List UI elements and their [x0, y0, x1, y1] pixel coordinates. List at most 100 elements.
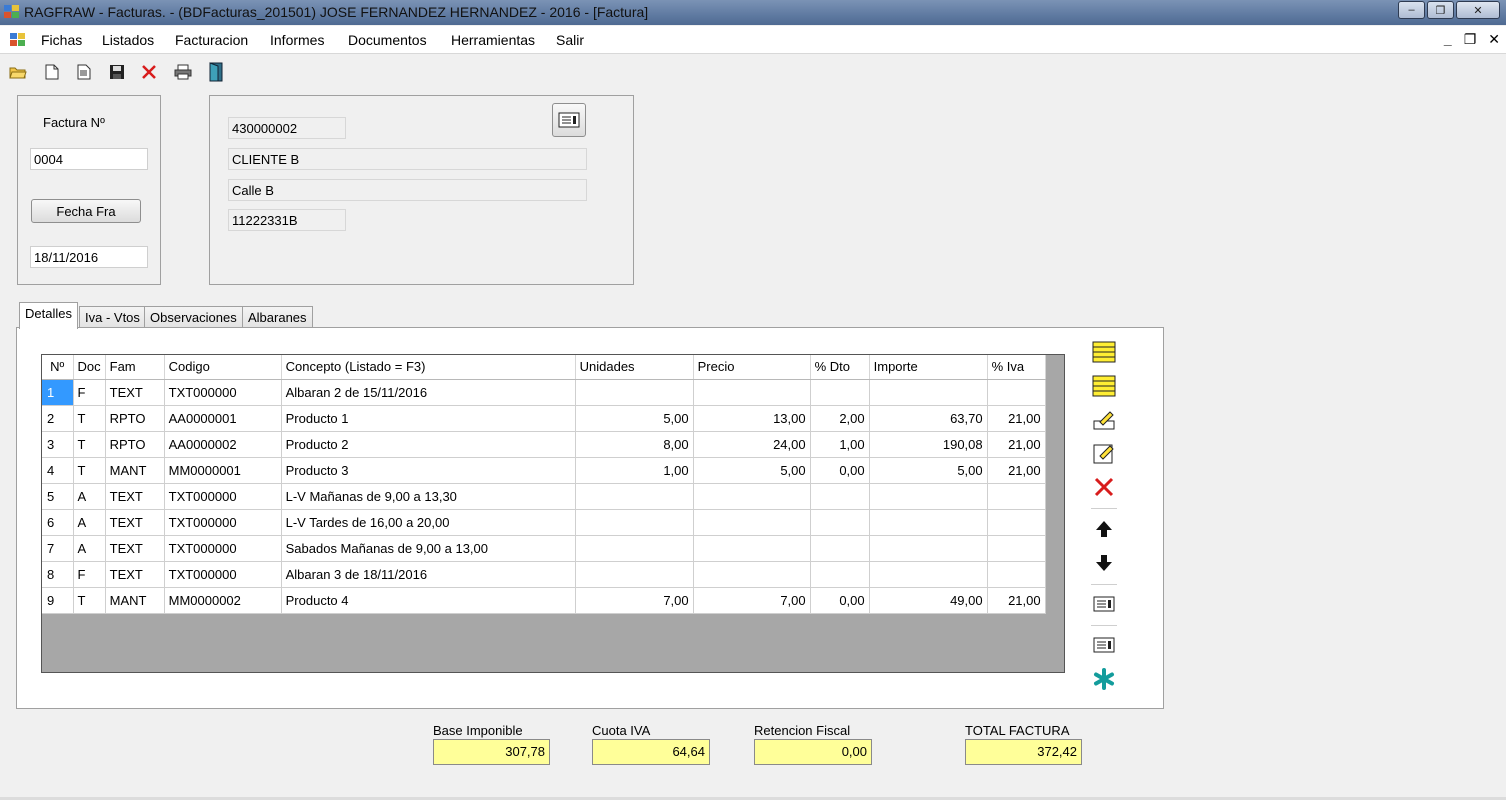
total-factura-field[interactable]: 372,42 — [965, 739, 1082, 765]
factura-number-field[interactable]: 0004 — [30, 148, 148, 170]
exit-button[interactable] — [206, 62, 226, 82]
cell-importe[interactable]: 63,70 — [869, 405, 988, 432]
cell-dto[interactable] — [810, 535, 870, 562]
cuota-iva-field[interactable]: 64,64 — [592, 739, 710, 765]
col-header-unidades[interactable]: Unidades — [575, 355, 694, 380]
col-header-doc[interactable]: Doc — [73, 355, 106, 380]
col-header-iva[interactable]: % Iva — [987, 355, 1046, 380]
cell-iva[interactable] — [987, 379, 1046, 406]
mdi-restore-button[interactable]: ❐ — [1464, 31, 1477, 48]
cell-unidades[interactable] — [575, 561, 694, 588]
list-form-button[interactable] — [1091, 591, 1117, 617]
cell-unidades[interactable] — [575, 379, 694, 406]
table-row[interactable]: 4 T MANT MM0000001 Producto 3 1,00 5,00 … — [42, 457, 1046, 484]
delete-button[interactable] — [139, 62, 159, 82]
cell-codigo[interactable]: AA0000002 — [164, 431, 282, 458]
cell-unidades[interactable]: 5,00 — [575, 405, 694, 432]
cell-codigo[interactable]: TXT000000 — [164, 483, 282, 510]
cell-concepto[interactable]: Albaran 2 de 15/11/2016 — [281, 379, 576, 406]
cell-dto[interactable] — [810, 509, 870, 536]
maximize-button[interactable]: ❐ — [1427, 1, 1454, 19]
cell-unidades[interactable]: 7,00 — [575, 587, 694, 614]
cell-concepto[interactable]: L-V Tardes de 16,00 a 20,00 — [281, 509, 576, 536]
menu-facturacion[interactable]: Facturacion — [175, 32, 248, 48]
cell-precio[interactable]: 7,00 — [693, 587, 811, 614]
open-button[interactable] — [8, 62, 28, 82]
cell-numero[interactable]: 9 — [42, 587, 74, 614]
cell-concepto[interactable]: Producto 2 — [281, 431, 576, 458]
cell-dto[interactable] — [810, 379, 870, 406]
cell-importe[interactable] — [869, 561, 988, 588]
cell-doc[interactable]: T — [73, 587, 106, 614]
cell-iva[interactable]: 21,00 — [987, 587, 1046, 614]
menu-documentos[interactable]: Documentos — [348, 32, 427, 48]
cell-importe[interactable] — [869, 483, 988, 510]
cell-precio[interactable]: 13,00 — [693, 405, 811, 432]
cell-importe[interactable]: 49,00 — [869, 587, 988, 614]
cell-doc[interactable]: A — [73, 509, 106, 536]
client-nif-field[interactable]: 11222331B — [228, 209, 346, 231]
delete-line-button[interactable] — [1091, 474, 1117, 500]
tab-detalles[interactable]: Detalles — [19, 302, 78, 329]
cell-precio[interactable]: 24,00 — [693, 431, 811, 458]
edit-line-button[interactable] — [1091, 406, 1117, 432]
cell-concepto[interactable]: Sabados Mañanas de 9,00 a 13,00 — [281, 535, 576, 562]
client-lookup-button[interactable] — [552, 103, 586, 137]
edit-button[interactable] — [74, 62, 94, 82]
client-address-field[interactable]: Calle B — [228, 179, 587, 201]
cell-codigo[interactable]: TXT000000 — [164, 535, 282, 562]
cell-numero[interactable]: 3 — [42, 431, 74, 458]
cell-unidades[interactable] — [575, 509, 694, 536]
close-window-button[interactable]: ✕ — [1456, 1, 1500, 19]
cell-unidades[interactable]: 1,00 — [575, 457, 694, 484]
cell-concepto[interactable]: L-V Mañanas de 9,00 a 13,30 — [281, 483, 576, 510]
print-button[interactable] — [173, 62, 193, 82]
cell-codigo[interactable]: TXT000000 — [164, 509, 282, 536]
mdi-form-icon[interactable] — [10, 33, 26, 47]
col-header-dto[interactable]: % Dto — [810, 355, 870, 380]
table-row[interactable]: 5 A TEXT TXT000000 L-V Mañanas de 9,00 a… — [42, 483, 1046, 510]
cell-dto[interactable]: 1,00 — [810, 431, 870, 458]
insert-line-button[interactable] — [1091, 339, 1117, 365]
retencion-fiscal-field[interactable]: 0,00 — [754, 739, 872, 765]
new-button[interactable] — [42, 62, 62, 82]
cell-iva[interactable]: 21,00 — [987, 405, 1046, 432]
cell-importe[interactable] — [869, 379, 988, 406]
cell-doc[interactable]: A — [73, 483, 106, 510]
cell-codigo[interactable]: TXT000000 — [164, 561, 282, 588]
move-down-button[interactable] — [1091, 550, 1117, 576]
cell-dto[interactable]: 2,00 — [810, 405, 870, 432]
col-header-concepto[interactable]: Concepto (Listado = F3) — [281, 355, 576, 380]
cell-precio[interactable] — [693, 509, 811, 536]
cell-unidades[interactable] — [575, 483, 694, 510]
cell-dto[interactable]: 0,00 — [810, 587, 870, 614]
client-code-field[interactable]: 430000002 — [228, 117, 346, 139]
cell-importe[interactable]: 190,08 — [869, 431, 988, 458]
cell-precio[interactable]: 5,00 — [693, 457, 811, 484]
menu-fichas[interactable]: Fichas — [41, 32, 82, 48]
table-row[interactable]: 2 T RPTO AA0000001 Producto 1 5,00 13,00… — [42, 405, 1046, 432]
col-header-importe[interactable]: Importe — [869, 355, 988, 380]
save-button[interactable] — [107, 62, 127, 82]
table-row[interactable]: 1 F TEXT TXT000000 Albaran 2 de 15/11/20… — [42, 379, 1046, 406]
cell-doc[interactable]: A — [73, 535, 106, 562]
cell-iva[interactable]: 21,00 — [987, 457, 1046, 484]
col-header-precio[interactable]: Precio — [693, 355, 811, 380]
cell-concepto[interactable]: Producto 4 — [281, 587, 576, 614]
cell-importe[interactable]: 5,00 — [869, 457, 988, 484]
cell-fam[interactable]: TEXT — [105, 509, 165, 536]
col-header-fam[interactable]: Fam — [105, 355, 165, 380]
cell-importe[interactable] — [869, 535, 988, 562]
mdi-close-button[interactable]: ✕ — [1488, 31, 1500, 48]
cell-codigo[interactable]: TXT000000 — [164, 379, 282, 406]
cell-numero[interactable]: 5 — [42, 483, 74, 510]
minimize-button[interactable]: ‒ — [1398, 1, 1425, 19]
tab-albaranes[interactable]: Albaranes — [242, 306, 313, 328]
add-line-button[interactable] — [1091, 373, 1117, 399]
menu-listados[interactable]: Listados — [102, 32, 154, 48]
table-row[interactable]: 9 T MANT MM0000002 Producto 4 7,00 7,00 … — [42, 587, 1046, 614]
cell-dto[interactable] — [810, 561, 870, 588]
cell-numero[interactable]: 6 — [42, 509, 74, 536]
cell-dto[interactable] — [810, 483, 870, 510]
cell-doc[interactable]: T — [73, 431, 106, 458]
